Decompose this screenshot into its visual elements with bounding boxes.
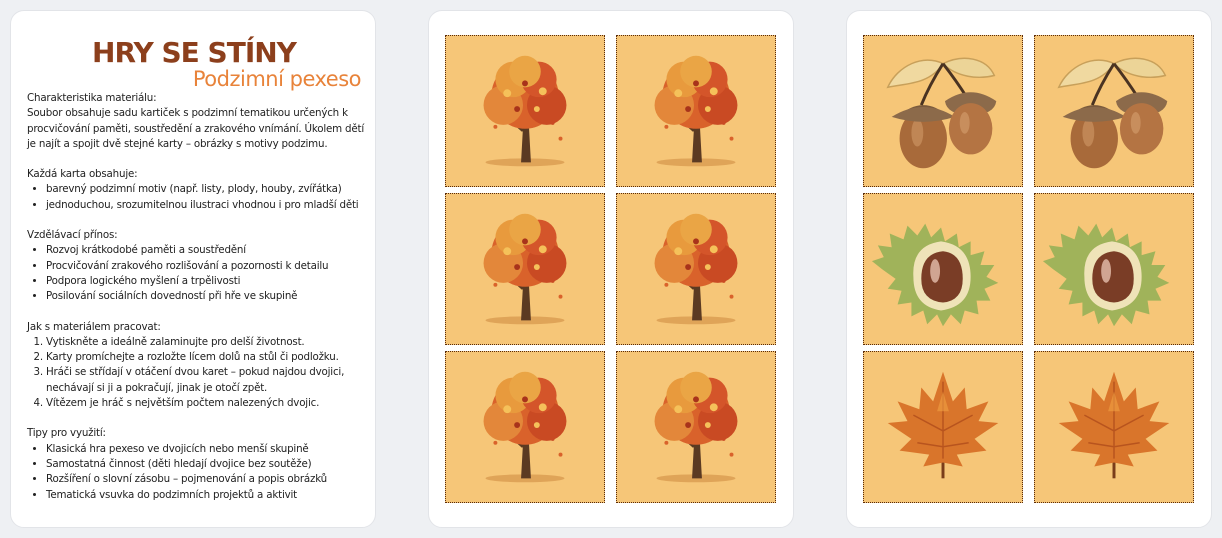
chestnut-card[interactable] — [863, 193, 1023, 345]
list-item: Rozšíření o slovní zásobu – pojmenování … — [46, 472, 369, 487]
tree-illustration — [617, 352, 775, 502]
list-item: Tematická vsuvka do podzimních projektů … — [46, 488, 369, 503]
list-item: Procvičování zrakového rozlišování a poz… — [46, 259, 369, 274]
maple-leaf-illustration — [864, 352, 1022, 502]
chestnut-illustration — [1035, 194, 1193, 344]
acorn-illustration — [1035, 36, 1193, 186]
list-item: Vítězem je hráč s největším počtem nalez… — [46, 396, 369, 411]
intro-section: Charakteristika materiálu: Soubor obsahu… — [27, 91, 369, 152]
list-item: jednoduchou, srozumitelnou ilustraci vho… — [46, 198, 369, 213]
maple-leaf-card[interactable] — [863, 351, 1023, 503]
intro-heading: Charakteristika materiálu: — [27, 92, 157, 104]
tree-illustration — [446, 36, 604, 186]
maple-leaf-card[interactable] — [1034, 351, 1194, 503]
tree-card[interactable] — [445, 35, 605, 187]
chestnut-card[interactable] — [1034, 193, 1194, 345]
benefit-section: Vzdělávací přínos: Rozvoj krátkodobé pam… — [27, 228, 369, 304]
list-item: Rozvoj krátkodobé paměti a soustředění — [46, 243, 369, 258]
tree-card[interactable] — [616, 351, 776, 503]
card-contents-heading: Každá karta obsahuje: — [27, 168, 138, 181]
list-item: Podpora logického myšlení a trpělivosti — [46, 274, 369, 289]
benefit-heading: Vzdělávací přínos: — [27, 229, 118, 242]
acorn-card[interactable] — [1034, 35, 1194, 187]
description-body: Charakteristika materiálu: Soubor obsahu… — [27, 91, 369, 518]
tree-card[interactable] — [445, 193, 605, 345]
howto-list: Vytiskněte a ideálně zalaminujte pro del… — [27, 335, 369, 411]
tree-card[interactable] — [616, 35, 776, 187]
tips-list: Klasická hra pexeso ve dvojicích nebo me… — [27, 442, 369, 503]
howto-heading: Jak s materiálem pracovat: — [27, 320, 161, 333]
tree-illustration — [617, 36, 775, 186]
page-title: HRY SE STÍNY — [92, 36, 297, 69]
intro-text: Soubor obsahuje sadu kartiček s podzimní… — [27, 107, 365, 150]
card-contents-list: barevný podzimní motiv (např. listy, plo… — [27, 182, 369, 213]
acorn-card[interactable] — [863, 35, 1023, 187]
tree-illustration — [617, 194, 775, 344]
list-item: Karty promíchejte a rozložte lícem dolů … — [46, 350, 369, 365]
info-panel: HRY SE STÍNY Podzimní pexeso Charakteris… — [10, 10, 376, 528]
list-item: barevný podzimní motiv (např. listy, plo… — [46, 182, 369, 197]
list-item: Klasická hra pexeso ve dvojicích nebo me… — [46, 442, 369, 457]
maple-leaf-illustration — [1035, 352, 1193, 502]
list-item: Samostatná činnost (děti hledají dvojice… — [46, 457, 369, 472]
tree-card[interactable] — [616, 193, 776, 345]
list-item: Hráči se střídají v otáčení dvou karet –… — [46, 365, 369, 396]
fruit-cards-panel — [846, 10, 1212, 528]
tree-illustration — [446, 352, 604, 502]
card-contents-section: Každá karta obsahuje: barevný podzimní m… — [27, 167, 369, 213]
howto-section: Jak s materiálem pracovat: Vytiskněte a … — [27, 320, 369, 412]
tips-heading: Tipy pro využití: — [27, 427, 106, 440]
tree-cards-panel — [428, 10, 794, 528]
chestnut-illustration — [864, 194, 1022, 344]
page-subtitle: Podzimní pexeso — [192, 67, 362, 91]
benefit-list: Rozvoj krátkodobé paměti a soustředění P… — [27, 243, 369, 304]
list-item: Vytiskněte a ideálně zalaminujte pro del… — [46, 335, 369, 350]
tree-card[interactable] — [445, 351, 605, 503]
list-item: Posilování sociálních dovedností při hře… — [46, 289, 369, 304]
tree-illustration — [446, 194, 604, 344]
tips-section: Tipy pro využití: Klasická hra pexeso ve… — [27, 426, 369, 502]
acorn-illustration — [864, 36, 1022, 186]
